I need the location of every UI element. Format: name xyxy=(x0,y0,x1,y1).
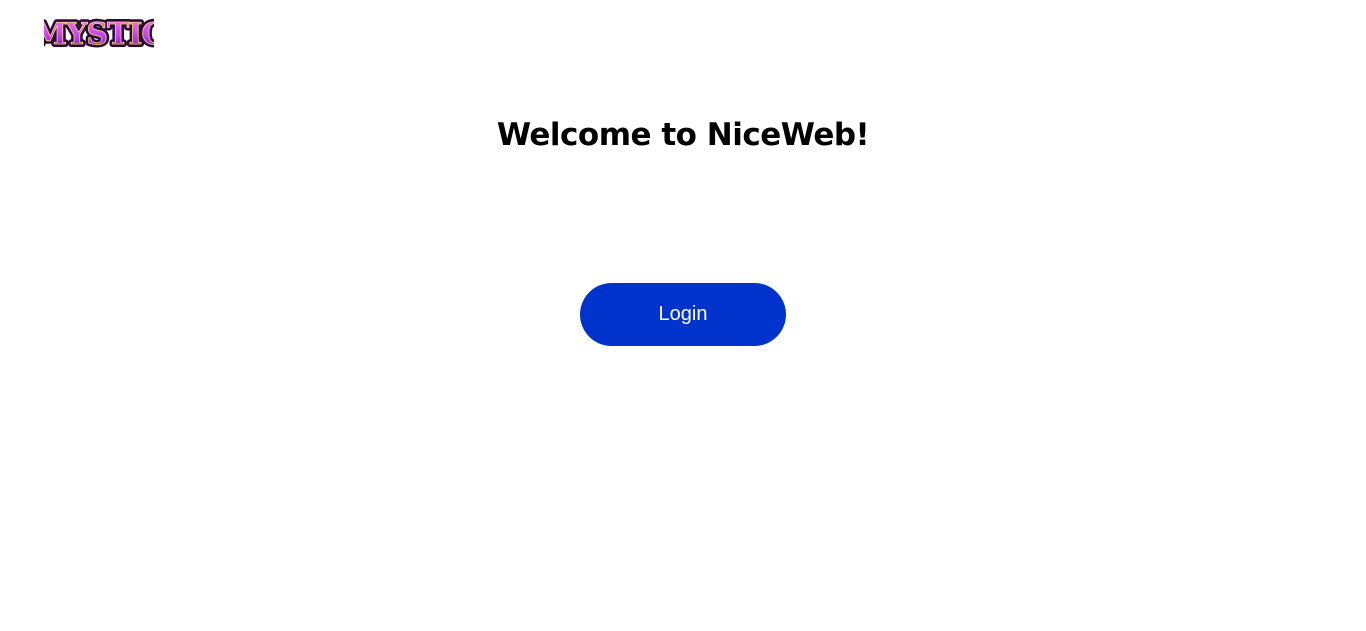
page: MYSTIC MYSTIC Welcome to NiceWeb! Login xyxy=(0,0,1366,631)
mystic-logo[interactable]: MYSTIC MYSTIC xyxy=(44,10,154,56)
svg-text:MYSTIC: MYSTIC xyxy=(44,17,154,52)
login-button[interactable]: Login xyxy=(580,283,786,346)
mystic-logo-image: MYSTIC MYSTIC xyxy=(44,14,154,55)
page-title: Welcome to NiceWeb! xyxy=(496,117,870,153)
